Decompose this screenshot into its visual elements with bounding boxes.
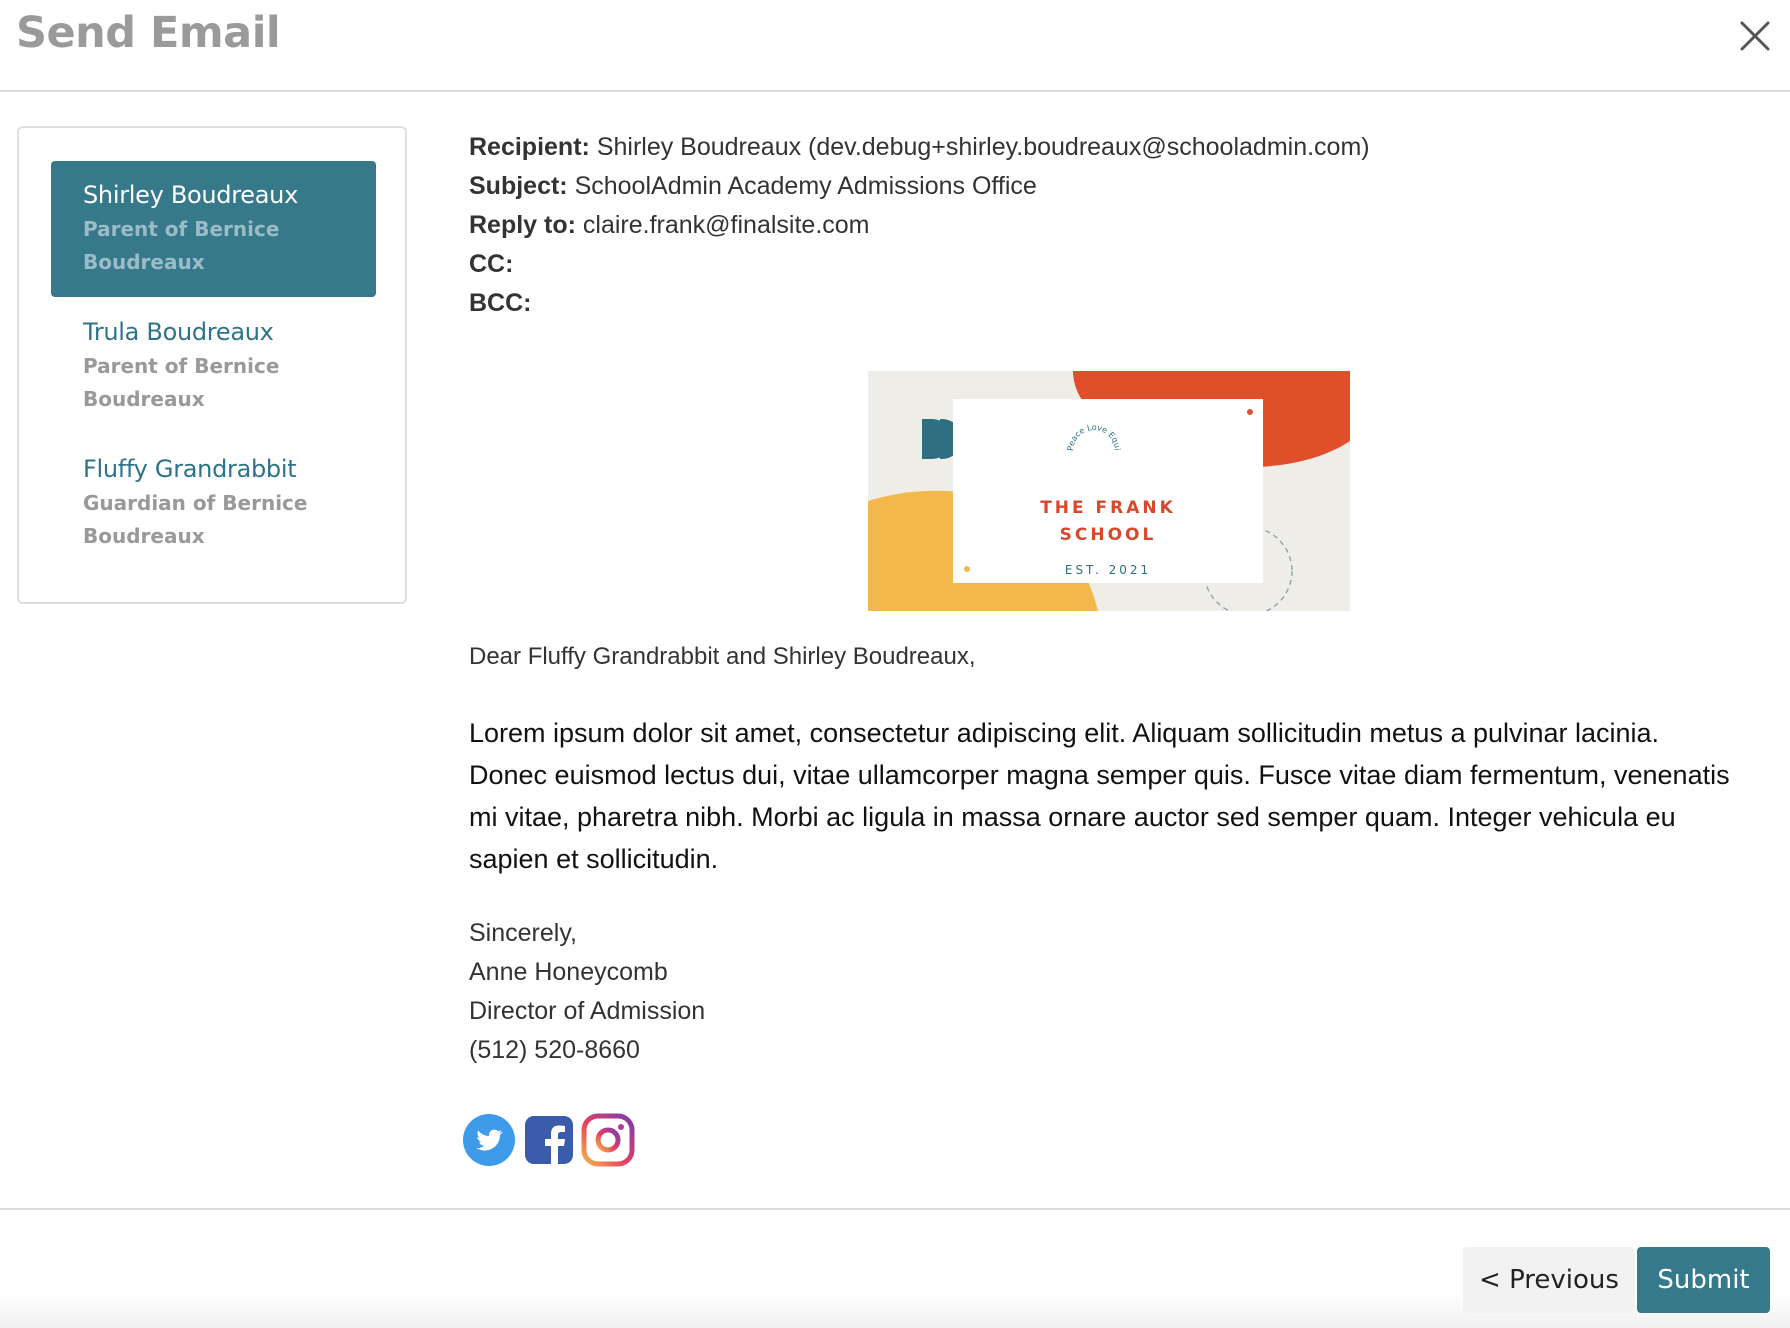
recipient-list: Shirley Boudreaux Parent of Bernice Boud… — [17, 126, 407, 604]
dialog-footer: < Previous Submit — [0, 1208, 1790, 1328]
banner-school-line1: THE FRANK — [1040, 498, 1176, 518]
svg-text:Peace Love Equity: Peace Love Equity — [953, 399, 1122, 451]
close-icon — [1740, 21, 1770, 51]
recipient-label: Recipient: — [469, 133, 590, 161]
school-banner-image: Peace Love Equity THE FRANK SCHOOL EST. … — [868, 371, 1350, 611]
banner-card-art: Peace Love Equity THE FRANK SCHOOL EST. … — [951, 392, 1253, 577]
email-greeting: Dear Fluffy Grandrabbit and Shirley Boud… — [469, 643, 976, 670]
submit-button[interactable]: Submit — [1637, 1247, 1770, 1313]
recipient-name: Shirley Boudreaux — [83, 181, 298, 209]
reply-to-row: Reply to: claire.frank@finalsite.com — [469, 206, 1370, 245]
recipient-name: Fluffy Grandrabbit — [83, 455, 297, 483]
recipient-role: Parent of Bernice Boudreaux — [83, 354, 280, 411]
banner-arc-text: Peace Love Equity — [951, 392, 1122, 451]
email-body: Lorem ipsum dolor sit amet, consectetur … — [469, 718, 1730, 874]
twitter-icon[interactable] — [462, 1113, 516, 1172]
previous-button[interactable]: < Previous — [1463, 1247, 1635, 1313]
recipient-name: Trula Boudreaux — [83, 318, 274, 346]
signature-name: Anne Honeycomb — [469, 958, 668, 986]
cc-label: CC: — [469, 250, 514, 278]
instagram-icon[interactable] — [581, 1113, 635, 1172]
recipient-item-trula-boudreaux[interactable]: Trula Boudreaux Parent of Bernice Boudre… — [51, 298, 376, 434]
reply-to-label: Reply to: — [469, 211, 576, 239]
signature-closing: Sincerely, — [469, 919, 577, 947]
bcc-row: BCC: — [469, 284, 1370, 323]
subject-value: SchoolAdmin Academy Admissions Office — [574, 172, 1037, 200]
recipient-item-fluffy-grandrabbit[interactable]: Fluffy Grandrabbit Guardian of Bernice B… — [51, 435, 376, 571]
signature-title: Director of Admission — [469, 997, 706, 1025]
dialog-title: Send Email — [16, 8, 281, 58]
recipient-role: Guardian of Bernice Boudreaux — [83, 491, 308, 548]
cc-row: CC: — [469, 245, 1370, 284]
dialog-header: Send Email — [0, 0, 1790, 92]
reply-to-value: claire.frank@finalsite.com — [582, 211, 870, 239]
email-header-fields: Recipient: Shirley Boudreaux (dev.debug+… — [469, 128, 1370, 323]
subject-label: Subject: — [469, 172, 568, 200]
recipient-row: Recipient: Shirley Boudreaux (dev.debug+… — [469, 128, 1370, 167]
recipient-role: Parent of Bernice Boudreaux — [83, 217, 280, 274]
signature-phone: (512) 520-8660 — [469, 1036, 640, 1064]
recipient-item-shirley-boudreaux[interactable]: Shirley Boudreaux Parent of Bernice Boud… — [51, 161, 376, 297]
banner-school-line2: SCHOOL — [1060, 525, 1157, 545]
facebook-icon[interactable] — [525, 1116, 573, 1169]
banner-card: Peace Love Equity THE FRANK SCHOOL EST. … — [951, 392, 1263, 583]
banner-established: EST. 2021 — [1065, 563, 1151, 577]
close-button[interactable] — [1735, 16, 1775, 56]
bcc-label: BCC: — [469, 289, 532, 317]
email-signature: Sincerely, Anne Honeycomb Director of Ad… — [469, 914, 705, 1070]
subject-row: Subject: SchoolAdmin Academy Admissions … — [469, 167, 1370, 206]
recipient-value: Shirley Boudreaux (dev.debug+shirley.bou… — [596, 133, 1370, 161]
